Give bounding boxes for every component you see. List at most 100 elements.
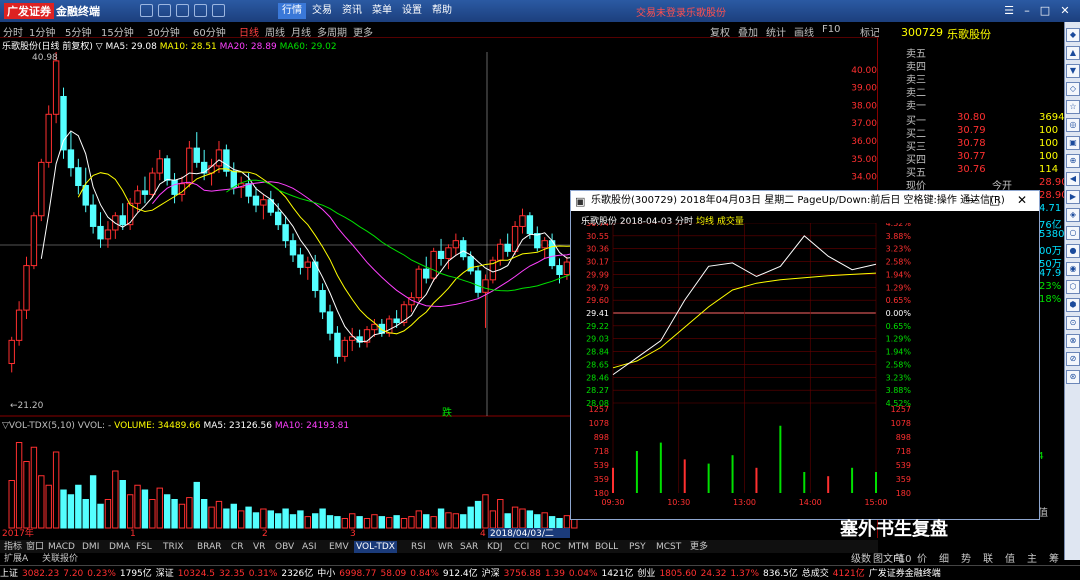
indicator-tab-6[interactable]: TRIX: [161, 541, 186, 553]
menu-5[interactable]: 帮助: [428, 3, 456, 19]
sidebar-tool-icon[interactable]: ▶: [1066, 190, 1080, 204]
indicator-tab-4[interactable]: DMA: [107, 541, 132, 553]
indicator-tab-8[interactable]: CR: [229, 541, 246, 553]
ticker-name[interactable]: 沪深: [482, 569, 500, 579]
indicator-tab-15[interactable]: WR: [436, 541, 455, 553]
period-10[interactable]: 更多: [353, 24, 373, 39]
ticker-name[interactable]: 深证: [156, 569, 174, 579]
tool-1[interactable]: 叠加: [738, 24, 758, 39]
indicator-tab-3[interactable]: DMI: [80, 541, 101, 553]
popup-maximize-icon[interactable]: □: [989, 193, 1000, 207]
period-2[interactable]: 5分钟: [65, 24, 91, 39]
sidebar-tool-icon[interactable]: ⊗: [1066, 334, 1080, 348]
sidebar-tool-icon[interactable]: ⬡: [1066, 280, 1080, 294]
period-3[interactable]: 15分钟: [101, 24, 134, 39]
menu-icon[interactable]: ☰: [1000, 2, 1018, 19]
sidebar-tool-icon[interactable]: ●: [1066, 244, 1080, 258]
sidebar-tool-icon[interactable]: ⊕: [1066, 154, 1080, 168]
indicator-tab-21[interactable]: BOLL: [593, 541, 620, 553]
indicator-tab-22[interactable]: PSY: [627, 541, 648, 553]
indicator-tab-24[interactable]: 更多: [688, 541, 710, 553]
ticker-name[interactable]: 中小: [317, 569, 335, 579]
quote-subtab-1[interactable]: 图文F10: [873, 550, 911, 565]
ticker-name[interactable]: 上证: [0, 569, 18, 579]
menu-3[interactable]: 菜单: [368, 3, 396, 19]
ext-tab-1[interactable]: 关联报价: [40, 553, 80, 565]
quote-subtab-5[interactable]: 势: [961, 550, 971, 565]
sidebar-tool-icon[interactable]: ▲: [1066, 46, 1080, 60]
indicator-tab-13[interactable]: VOL-TDX: [354, 541, 397, 553]
period-5[interactable]: 60分钟: [193, 24, 226, 39]
sidebar-tool-icon[interactable]: ☆: [1066, 100, 1080, 114]
sidebar-tool-icon[interactable]: ⬢: [1066, 298, 1080, 312]
indicator-tab-11[interactable]: ASI: [300, 541, 319, 553]
indicator-tab-16[interactable]: SAR: [458, 541, 480, 553]
indicator-tab-12[interactable]: EMV: [327, 541, 351, 553]
indicator-tab-19[interactable]: ROC: [539, 541, 563, 553]
intraday-popup[interactable]: 乐歌股份(300729) 2018年04月03日 星期二 PageUp/Down…: [570, 190, 1040, 520]
sidebar-tool-icon[interactable]: ⊘: [1066, 352, 1080, 366]
intraday-chart[interactable]: 30.74 30.55 30.36 30.17 29.99 29.79 29.60 29.41…: [571, 223, 1039, 519]
indicator-tab-0[interactable]: 指标: [2, 541, 24, 553]
period-7[interactable]: 周线: [265, 24, 285, 39]
close-icon[interactable]: ✕: [1056, 2, 1074, 19]
sidebar-tool-icon[interactable]: ◇: [1066, 82, 1080, 96]
indicator-tab-7[interactable]: BRAR: [195, 541, 223, 553]
forward-icon[interactable]: [158, 4, 171, 17]
quote-subtab-2[interactable]: 笔: [895, 550, 905, 565]
tool-0[interactable]: 复权: [710, 24, 730, 39]
tool-4[interactable]: F10: [822, 24, 840, 35]
period-9[interactable]: 多周期: [317, 24, 347, 39]
indicator-tab-23[interactable]: MCST: [654, 541, 683, 553]
sidebar-tool-icon[interactable]: ▣: [1066, 136, 1080, 150]
indicator-tab-14[interactable]: RSI: [409, 541, 428, 553]
trade-login-status[interactable]: 交易未登录: [636, 4, 686, 19]
quote-subtab-7[interactable]: 值: [1005, 550, 1015, 565]
indicator-tab-17[interactable]: KDJ: [485, 541, 505, 553]
quote-subtab-6[interactable]: 联: [983, 550, 993, 565]
indicator-tab-2[interactable]: MACD: [46, 541, 77, 553]
tool-5[interactable]: 标记: [860, 24, 880, 39]
indicator-tab-20[interactable]: MTM: [566, 541, 591, 553]
quote-subtab-3[interactable]: 价: [917, 550, 927, 565]
ticker-name[interactable]: 创业: [637, 569, 655, 579]
sidebar-tool-icon[interactable]: ⊛: [1066, 370, 1080, 384]
period-0[interactable]: 分时: [3, 24, 23, 39]
sidebar-tool-icon[interactable]: ◉: [1066, 262, 1080, 276]
period-4[interactable]: 30分钟: [147, 24, 180, 39]
quote-subtab-0[interactable]: 级数: [851, 550, 871, 565]
indicator-tab-18[interactable]: CCI: [512, 541, 531, 553]
sidebar-tool-icon[interactable]: ◀: [1066, 172, 1080, 186]
back-icon[interactable]: [140, 4, 153, 17]
period-8[interactable]: 月线: [291, 24, 311, 39]
indicator-tab-1[interactable]: 窗口: [24, 541, 46, 553]
period-1[interactable]: 1分钟: [29, 24, 55, 39]
period-6[interactable]: 日线: [239, 24, 259, 39]
tool-3[interactable]: 画线: [794, 24, 814, 39]
popup-close-icon[interactable]: ✕: [1017, 193, 1027, 207]
indicator-tab-10[interactable]: OBV: [273, 541, 296, 553]
sidebar-tool-icon[interactable]: ◆: [1066, 28, 1080, 42]
tool-2[interactable]: 统计: [766, 24, 786, 39]
menu-0[interactable]: 行情: [278, 3, 306, 19]
sidebar-tool-icon[interactable]: ◎: [1066, 118, 1080, 132]
home-icon[interactable]: [194, 4, 207, 17]
sidebar-tool-icon[interactable]: ◈: [1066, 208, 1080, 222]
menu-2[interactable]: 资讯: [338, 3, 366, 19]
minimize-icon[interactable]: –: [1018, 2, 1036, 19]
refresh-icon[interactable]: [176, 4, 189, 17]
popup-minimize-icon[interactable]: —: [966, 193, 978, 207]
maximize-icon[interactable]: □: [1036, 2, 1054, 19]
close-x-icon[interactable]: [212, 4, 225, 17]
ticker-name[interactable]: 总成交: [802, 569, 829, 579]
quote-subtab-4[interactable]: 细: [939, 550, 949, 565]
menu-1[interactable]: 交易: [308, 3, 336, 19]
menu-4[interactable]: 设置: [398, 3, 426, 19]
indicator-tab-9[interactable]: VR: [251, 541, 267, 553]
sidebar-tool-icon[interactable]: ▼: [1066, 64, 1080, 78]
ext-tab-0[interactable]: 扩展A: [2, 553, 30, 565]
sidebar-tool-icon[interactable]: ⊙: [1066, 316, 1080, 330]
vol-indicator-name[interactable]: ▽VOL-TDX(5,10) VVOL: -: [2, 421, 111, 431]
sidebar-tool-icon[interactable]: ○: [1066, 226, 1080, 240]
quote-subtab-9[interactable]: 筹: [1049, 550, 1059, 565]
